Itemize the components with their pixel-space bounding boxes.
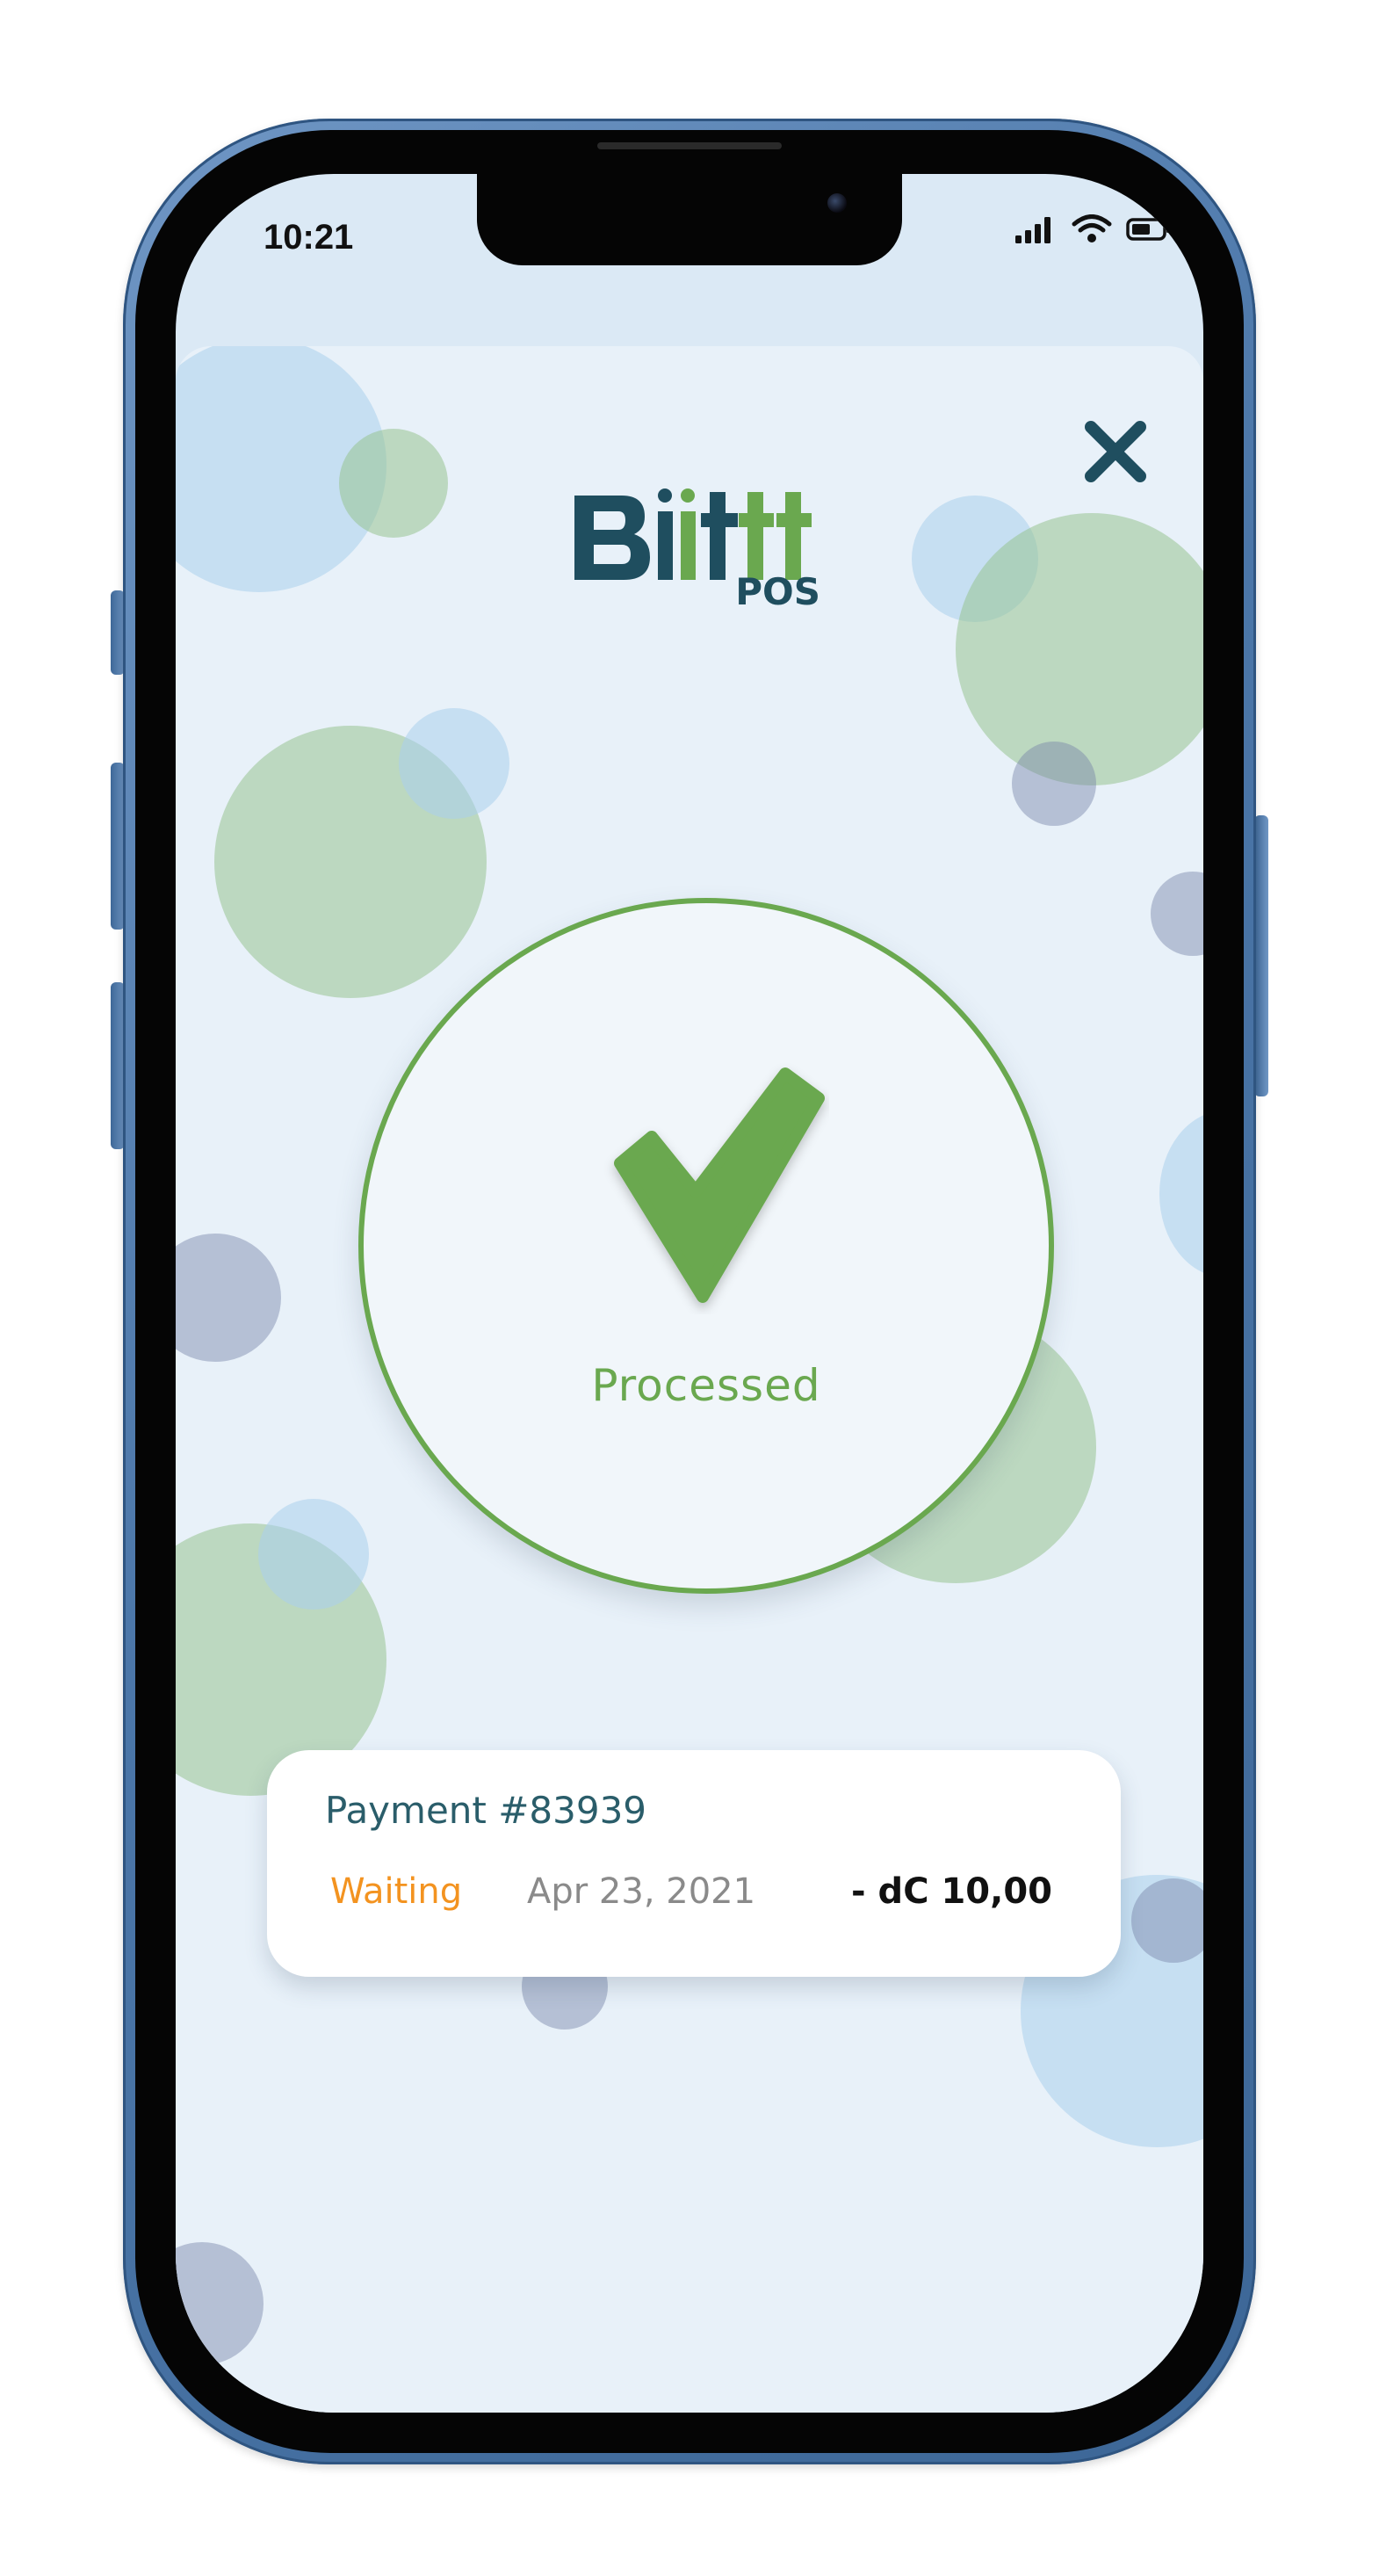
payment-result-sheet: POS Processed Payment #83939 Waiting Apr…: [176, 346, 1203, 2413]
biittt-pos-logo: POS: [569, 476, 833, 613]
decor-bubble: [176, 1234, 281, 1362]
decor-bubble: [399, 708, 509, 819]
payment-amount: - dC 10,00: [851, 1871, 1052, 1912]
status-icons: [1014, 214, 1172, 244]
power-button: [1254, 815, 1268, 1096]
processed-status-circle: Processed: [358, 898, 1054, 1594]
payment-title: Payment #83939: [325, 1789, 647, 1832]
decor-bubble: [176, 2242, 264, 2365]
payment-card[interactable]: Payment #83939 Waiting Apr 23, 2021 - dC…: [267, 1750, 1121, 1977]
decor-bubble: [1151, 872, 1203, 956]
phone-screen: 10:21 POS Processed Payment #83939 Waiti…: [176, 174, 1203, 2413]
close-button[interactable]: [1072, 408, 1159, 496]
battery-icon: [1126, 218, 1170, 241]
svg-text:POS: POS: [735, 570, 820, 608]
payment-date: Apr 23, 2021: [527, 1871, 756, 1912]
close-icon: [1085, 421, 1146, 482]
checkmark-icon: [614, 1067, 825, 1303]
notch: [477, 174, 902, 265]
front-camera: [827, 193, 847, 213]
decor-bubble: [258, 1499, 369, 1610]
page: 10:21 POS Processed Payment #83939 Waiti…: [0, 0, 1379, 2576]
decor-bubble: [1159, 1111, 1203, 1277]
wifi-icon: [1072, 214, 1112, 242]
cellular-signal-icon: [1015, 217, 1050, 243]
decor-bubble: [1012, 742, 1096, 826]
payment-status-label: Waiting: [330, 1871, 463, 1912]
speaker-slot: [597, 142, 782, 149]
status-time: 10:21: [264, 218, 354, 257]
processed-label: Processed: [591, 1360, 821, 1411]
decor-bubble: [339, 429, 448, 538]
